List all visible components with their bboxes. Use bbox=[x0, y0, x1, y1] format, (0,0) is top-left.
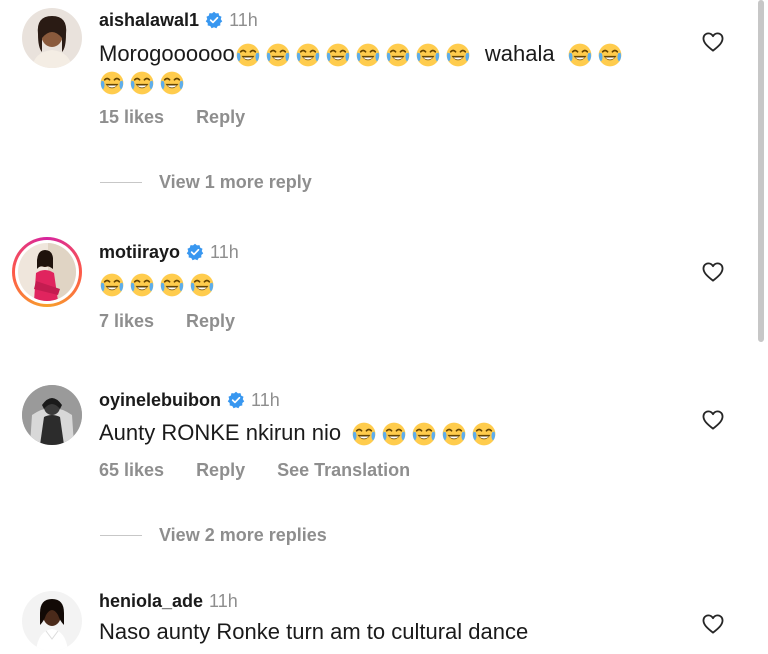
laughing-emoji-icon bbox=[99, 70, 125, 96]
scrollbar-thumb[interactable] bbox=[758, 0, 764, 342]
comments-panel: aishalawal1 11h Morogoooooo wahala 15 li… bbox=[0, 0, 768, 654]
comment-text-part: Morogoooooo bbox=[99, 41, 235, 66]
emoji-group bbox=[351, 421, 497, 447]
emoji-group bbox=[99, 272, 215, 298]
laughing-emoji-icon bbox=[355, 42, 381, 68]
laughing-emoji-icon bbox=[325, 42, 351, 68]
heart-icon[interactable] bbox=[702, 32, 724, 52]
timestamp: 11h bbox=[229, 9, 258, 30]
comment-text: Aunty RONKE nkirun nio bbox=[99, 417, 497, 449]
laughing-emoji-icon bbox=[567, 42, 593, 68]
heart-icon[interactable] bbox=[702, 410, 724, 430]
divider-line bbox=[100, 535, 142, 536]
reply-button[interactable]: Reply bbox=[186, 311, 235, 332]
username[interactable]: motiirayo bbox=[99, 242, 180, 263]
comment-meta: 7 likes Reply bbox=[99, 311, 267, 332]
laughing-emoji-icon bbox=[597, 42, 623, 68]
verified-badge-icon bbox=[186, 243, 204, 261]
laughing-emoji-icon bbox=[445, 42, 471, 68]
laughing-emoji-icon bbox=[189, 272, 215, 298]
emoji-group bbox=[235, 42, 471, 68]
laughing-emoji-icon bbox=[99, 272, 125, 298]
laughing-emoji-icon bbox=[411, 421, 437, 447]
timestamp: 11h bbox=[209, 590, 238, 611]
verified-badge-icon bbox=[227, 391, 245, 409]
view-replies-label: View 2 more replies bbox=[159, 525, 327, 545]
likes-count[interactable]: 7 likes bbox=[99, 311, 154, 332]
reply-button[interactable]: Reply bbox=[196, 107, 245, 128]
view-replies-button[interactable]: View 1 more reply bbox=[100, 172, 312, 193]
divider-line bbox=[100, 182, 142, 183]
laughing-emoji-icon bbox=[235, 42, 261, 68]
comment-meta: 65 likes Reply See Translation bbox=[99, 460, 442, 481]
comment-header: motiirayo 11h bbox=[99, 240, 239, 264]
emoji-group bbox=[567, 42, 623, 68]
likes-count[interactable]: 15 likes bbox=[99, 107, 164, 128]
comment-text: Naso aunty Ronke turn am to cultural dan… bbox=[99, 616, 528, 648]
scrollbar[interactable] bbox=[758, 0, 764, 654]
timestamp: 11h bbox=[251, 389, 280, 410]
likes-count[interactable]: 65 likes bbox=[99, 460, 164, 481]
avatar[interactable] bbox=[22, 385, 82, 445]
avatar bbox=[18, 243, 76, 301]
comment-header: oyinelebuibon 11h bbox=[99, 388, 280, 412]
comment-text-part: wahala bbox=[484, 41, 555, 66]
view-replies-label: View 1 more reply bbox=[159, 172, 312, 192]
heart-icon[interactable] bbox=[702, 262, 724, 282]
view-replies-button[interactable]: View 2 more replies bbox=[100, 525, 327, 546]
laughing-emoji-icon bbox=[159, 70, 185, 96]
laughing-emoji-icon bbox=[159, 272, 185, 298]
laughing-emoji-icon bbox=[129, 70, 155, 96]
comment-text-part: Aunty RONKE nkirun nio bbox=[99, 420, 342, 445]
avatar[interactable] bbox=[22, 8, 82, 68]
comment-text-part: Naso aunty Ronke turn am to cultural dan… bbox=[99, 619, 529, 644]
reply-button[interactable]: Reply bbox=[196, 460, 245, 481]
emoji-group bbox=[99, 70, 185, 96]
timestamp: 11h bbox=[210, 241, 239, 262]
see-translation-button[interactable]: See Translation bbox=[277, 460, 410, 481]
avatar[interactable] bbox=[22, 591, 82, 651]
avatar-story-ring[interactable] bbox=[12, 237, 82, 307]
laughing-emoji-icon bbox=[385, 42, 411, 68]
heart-icon[interactable] bbox=[702, 614, 724, 634]
verified-badge-icon bbox=[205, 11, 223, 29]
laughing-emoji-icon bbox=[129, 272, 155, 298]
username[interactable]: aishalawal1 bbox=[99, 10, 199, 31]
laughing-emoji-icon bbox=[415, 42, 441, 68]
username[interactable]: heniola_ade bbox=[99, 591, 203, 612]
laughing-emoji-icon bbox=[471, 421, 497, 447]
comment-header: heniola_ade 11h bbox=[99, 589, 238, 613]
laughing-emoji-icon bbox=[381, 421, 407, 447]
username[interactable]: oyinelebuibon bbox=[99, 390, 221, 411]
laughing-emoji-icon bbox=[295, 42, 321, 68]
comment-text-line2 bbox=[99, 66, 185, 98]
laughing-emoji-icon bbox=[265, 42, 291, 68]
laughing-emoji-icon bbox=[351, 421, 377, 447]
comment-meta: 15 likes Reply bbox=[99, 107, 277, 128]
comment-header: aishalawal1 11h bbox=[99, 8, 258, 32]
comment-text bbox=[99, 268, 215, 300]
laughing-emoji-icon bbox=[441, 421, 467, 447]
